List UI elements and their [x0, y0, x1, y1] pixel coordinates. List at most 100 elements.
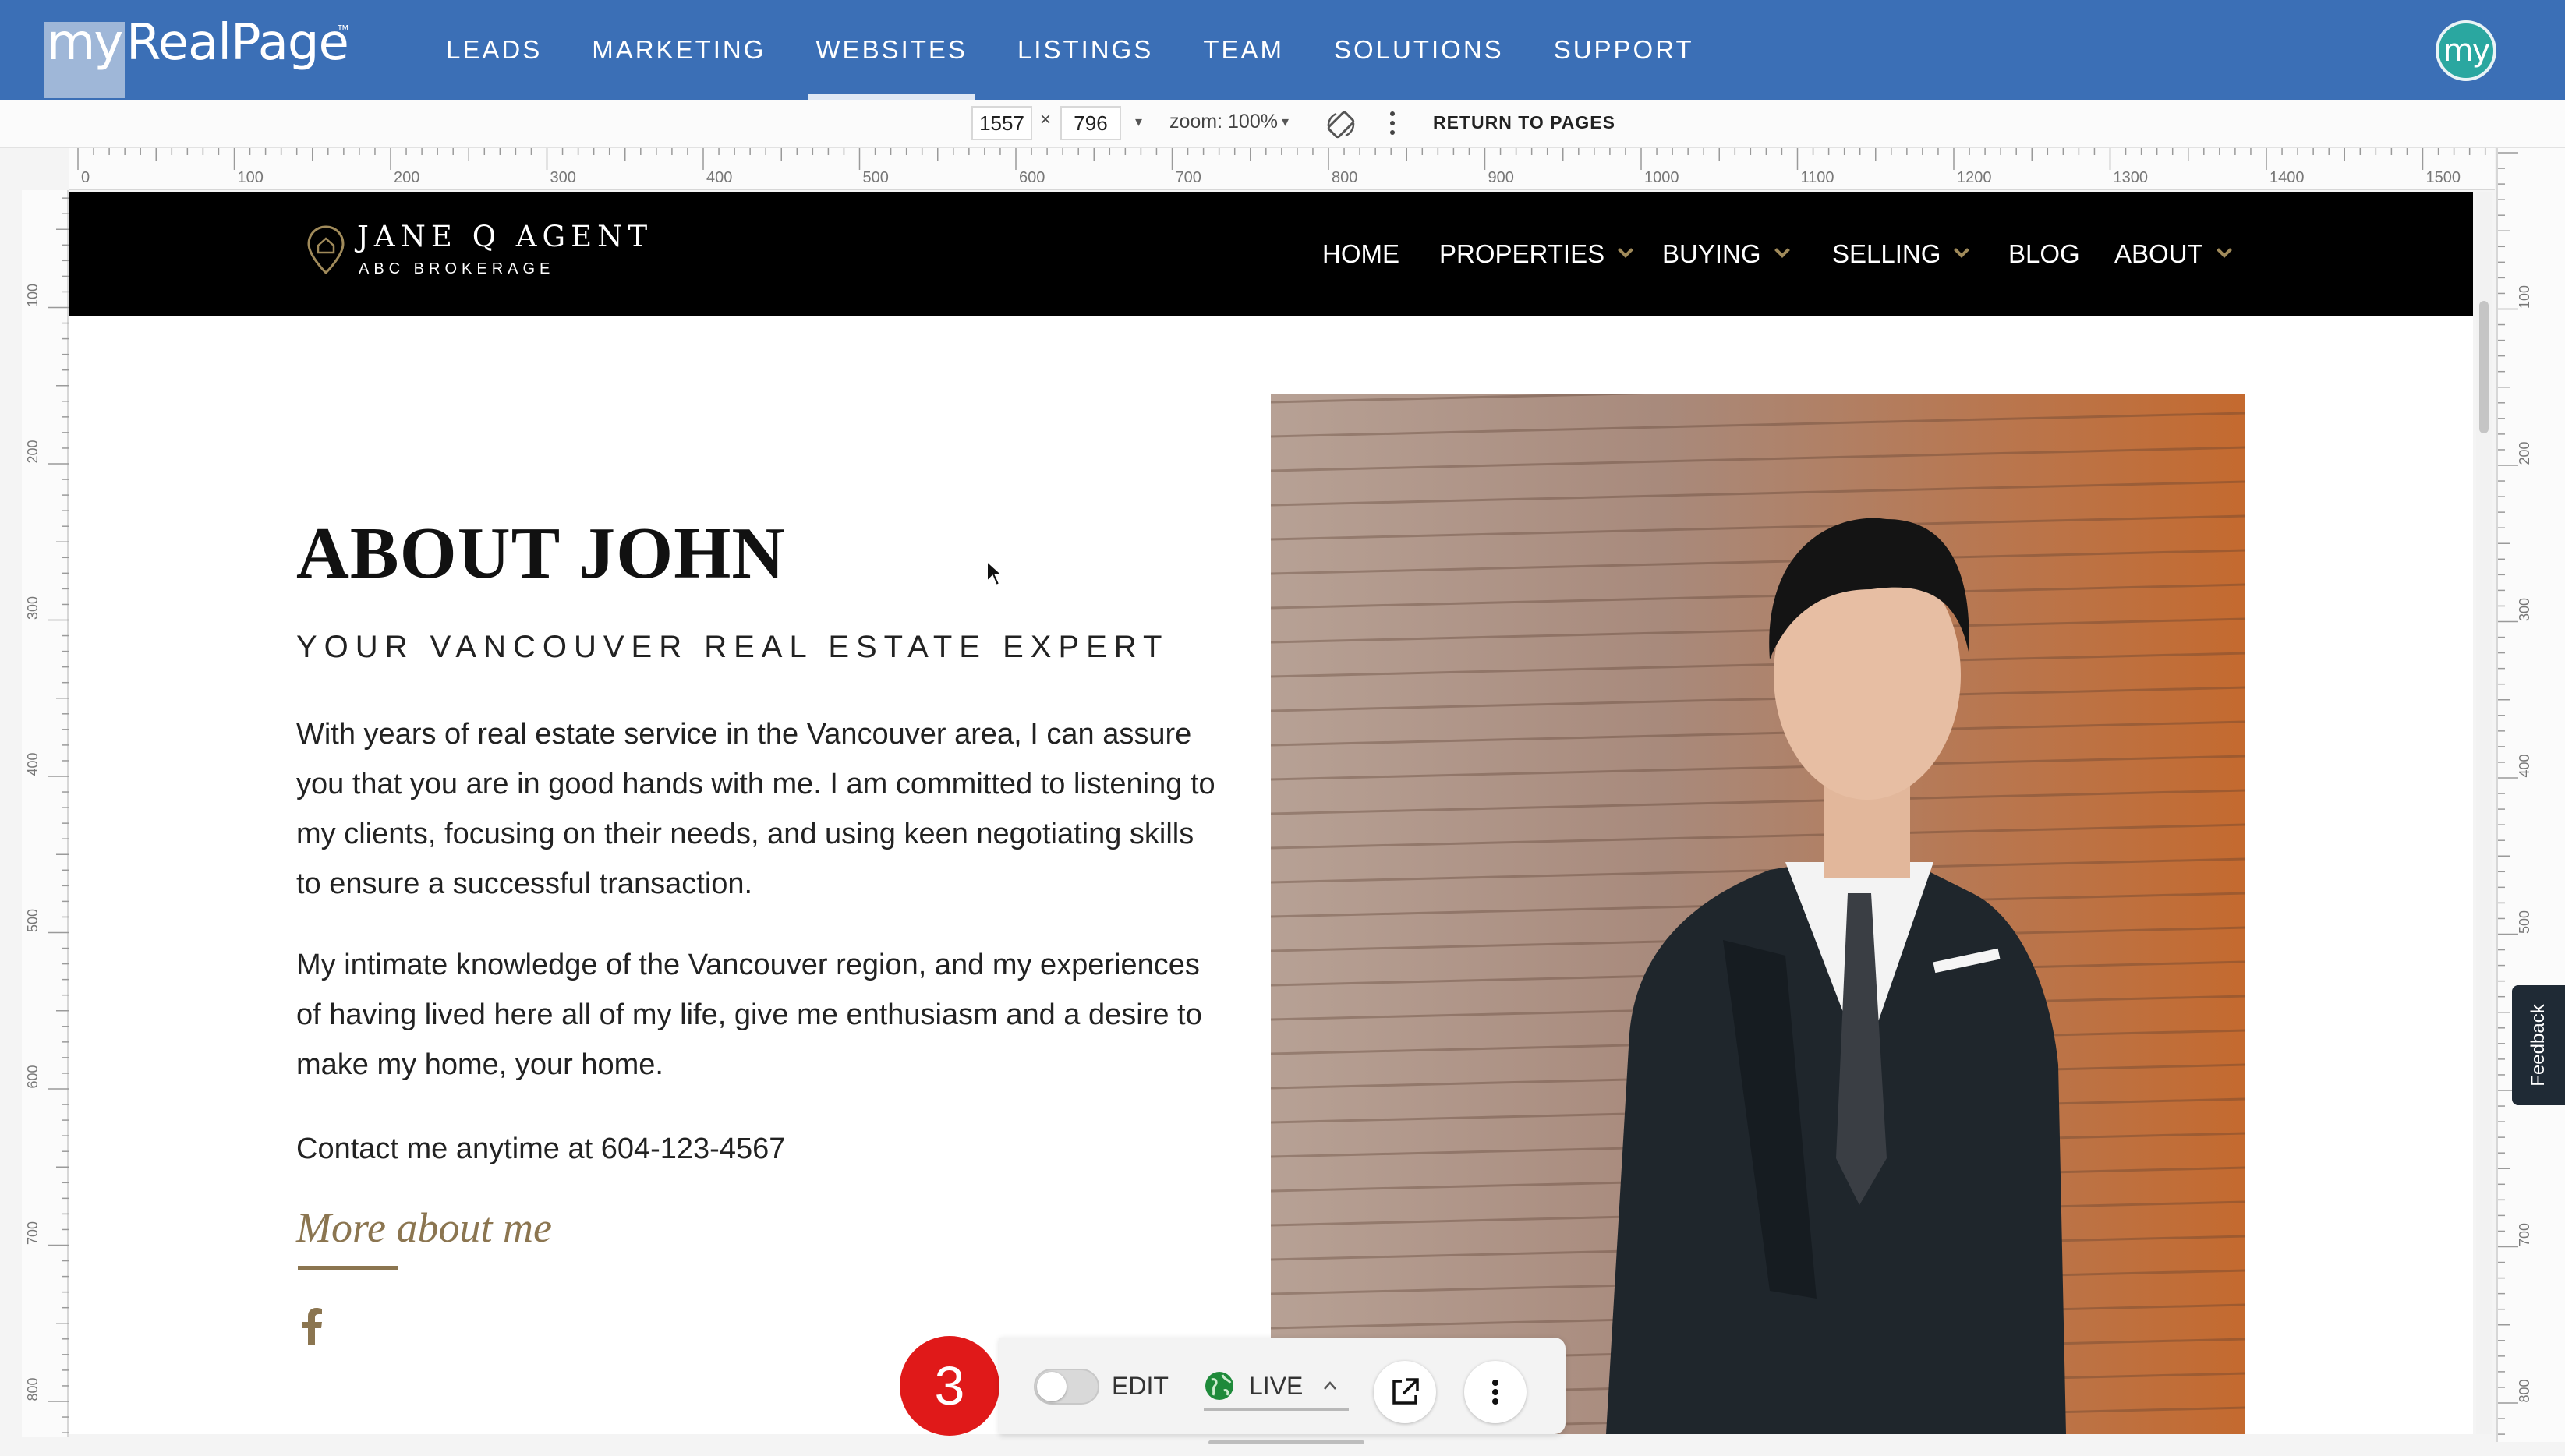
- dimension-separator: ×: [1040, 109, 1052, 130]
- external-link-icon: [1392, 1378, 1419, 1405]
- site-nav-properties[interactable]: PROPERTIES: [1439, 192, 1634, 316]
- ruler-label: 700: [2517, 1223, 2532, 1246]
- chevron-down-icon: [1954, 242, 1970, 258]
- editor-toolbar: 1557 × 796 ▾ zoom: 100% ▾ RETURN TO PAGE…: [0, 100, 2565, 148]
- ruler-horizontal: 0 100 200 300 400 500 600 700 800 900 1000 1100 1200…: [69, 148, 2495, 190]
- rotate-device-icon[interactable]: [1325, 109, 1357, 140]
- nav-support[interactable]: SUPPORT: [1529, 0, 1719, 100]
- ruler-vertical: 100 200 300 400 500 600 700 800: [22, 190, 69, 1437]
- ruler-label: 1200: [1957, 169, 1992, 186]
- site-nav-selling[interactable]: SELLING: [1832, 192, 1970, 316]
- ruler-label: 800: [25, 1377, 41, 1401]
- device-dropdown-caret-icon[interactable]: ▾: [1135, 114, 1142, 130]
- nav-team[interactable]: TEAM: [1178, 0, 1309, 100]
- site-header: JANE Q AGENT ABC BROKERAGE HOME PROPERTI…: [69, 192, 2473, 316]
- edit-toggle[interactable]: [1034, 1369, 1099, 1405]
- ruler-label: 800: [2517, 1379, 2532, 1402]
- ruler-label: 400: [25, 752, 41, 776]
- nav-leads[interactable]: LEADS: [421, 0, 567, 100]
- nav-websites[interactable]: WEBSITES: [791, 0, 992, 100]
- live-status-dropdown[interactable]: LIVE: [1204, 1361, 1349, 1411]
- site-nav-about-label: ABOUT: [2114, 239, 2203, 268]
- logo-my-text[interactable]: my: [47, 14, 123, 72]
- agent-photo: [1271, 394, 2245, 1434]
- about-subheading: YOUR VANCOUVER REAL ESTATE EXPERT: [296, 630, 1169, 664]
- site-nav-about[interactable]: ABOUT: [2114, 192, 2232, 316]
- ruler-label: 700: [1176, 169, 1201, 186]
- ruler-horizontal-ticks: 0 100 200 300 400 500 600 700 800 900 1000 1100 1200…: [77, 148, 2486, 186]
- contact-line: Contact me anytime at 604-123-4567: [296, 1133, 786, 1165]
- ruler-vertical-right: 100200300400500600700800: [2496, 148, 2565, 1442]
- ruler-label: 800: [1332, 169, 1357, 186]
- mouse-cursor-icon: [986, 560, 1004, 587]
- app-header: my RealPage ™ LEADS MARKETING WEBSITES L…: [0, 0, 2565, 100]
- about-heading: ABOUT JOHN: [296, 513, 786, 594]
- nav-listings[interactable]: LISTINGS: [992, 0, 1178, 100]
- chevron-down-icon: [1618, 242, 1634, 258]
- main-nav: LEADS MARKETING WEBSITES LISTINGS TEAM S…: [421, 0, 1719, 100]
- ruler-label: 200: [25, 440, 41, 463]
- nav-solutions[interactable]: SOLUTIONS: [1309, 0, 1529, 100]
- site-nav-blog-label: BLOG: [2008, 239, 2080, 268]
- ruler-vertical-ticks: 100 200 300 400 500 600 700 800: [25, 197, 69, 1433]
- zoom-dropdown-caret-icon[interactable]: ▾: [1282, 114, 1289, 130]
- ruler-label: 200: [2517, 441, 2532, 465]
- ruler-label: 900: [1488, 169, 1514, 186]
- toolbar-more-icon[interactable]: [1388, 108, 1397, 139]
- site-nav-home[interactable]: HOME: [1322, 192, 1399, 316]
- ruler-label: 400: [2517, 754, 2532, 777]
- ruler-vertical-right-ticks: 100200300400500600700800: [2498, 152, 2532, 1435]
- ruler-label: 1300: [2114, 169, 2149, 186]
- logo-realpage-text[interactable]: RealPage: [126, 14, 349, 72]
- chevron-down-icon: [1774, 242, 1790, 258]
- ruler-label: 200: [394, 169, 419, 186]
- notification-badge[interactable]: 3: [900, 1336, 999, 1436]
- zoom-select[interactable]: zoom: 100%: [1169, 111, 1278, 133]
- about-paragraph-2: My intimate knowledge of the Vancouver r…: [296, 949, 1202, 1081]
- feedback-label: Feedback: [2528, 1004, 2549, 1087]
- user-avatar[interactable]: my: [2436, 20, 2496, 81]
- ruler-label: 600: [1019, 169, 1045, 186]
- ruler-label: 1500: [2426, 169, 2461, 186]
- ruler-label: 500: [25, 909, 41, 932]
- website-preview[interactable]: JANE Q AGENT ABC BROKERAGE HOME PROPERTI…: [69, 192, 2473, 1434]
- about-paragraph-1: With years of real estate service in the…: [296, 718, 1215, 900]
- site-nav: HOME PROPERTIES BUYING SELLING BLOG ABOU…: [69, 192, 2473, 316]
- site-nav-properties-label: PROPERTIES: [1439, 239, 1605, 268]
- ruler-label: 100: [238, 169, 264, 186]
- more-options-button[interactable]: [1464, 1361, 1527, 1423]
- ruler-label: 300: [25, 596, 41, 620]
- feedback-tab[interactable]: Feedback: [2512, 985, 2565, 1105]
- site-nav-buying[interactable]: BUYING: [1662, 192, 1790, 316]
- site-nav-blog[interactable]: BLOG: [2008, 192, 2080, 316]
- ruler-label: 100: [2517, 285, 2532, 309]
- chevron-down-icon: [2216, 242, 2232, 258]
- site-nav-selling-label: SELLING: [1832, 239, 1941, 268]
- nav-marketing[interactable]: MARKETING: [567, 0, 791, 100]
- publish-bar: EDIT LIVE: [999, 1338, 1566, 1434]
- more-vertical-icon: [1492, 1380, 1498, 1405]
- preview-scrollbar[interactable]: [2476, 192, 2492, 1434]
- site-nav-home-label: HOME: [1322, 239, 1399, 268]
- logo-trademark: ™: [337, 23, 349, 37]
- ruler-label: 500: [2517, 910, 2532, 934]
- ruler-label: 700: [25, 1221, 41, 1245]
- bar-handle: [1208, 1440, 1364, 1444]
- viewport-height-input[interactable]: 796: [1060, 106, 1121, 140]
- return-to-pages-button[interactable]: RETURN TO PAGES: [1433, 112, 1615, 133]
- globe-icon: [1205, 1372, 1233, 1400]
- more-about-me-link[interactable]: More about me: [296, 1203, 552, 1252]
- facebook-icon[interactable]: [301, 1308, 323, 1345]
- open-external-button[interactable]: [1374, 1361, 1436, 1423]
- viewport-width-input[interactable]: 1557: [971, 106, 1032, 140]
- ruler-label: 500: [863, 169, 889, 186]
- ruler-label: 1100: [1801, 169, 1834, 186]
- edit-label: EDIT: [1112, 1372, 1169, 1400]
- preview-scrollbar-thumb[interactable]: [2479, 301, 2489, 433]
- ruler-label: 1400: [2270, 169, 2305, 186]
- ruler-label: 300: [2517, 598, 2532, 621]
- ruler-label: 1000: [1644, 169, 1679, 186]
- ruler-label: 100: [25, 284, 41, 307]
- chevron-up-icon: [1324, 1381, 1336, 1390]
- link-underline: [298, 1266, 398, 1270]
